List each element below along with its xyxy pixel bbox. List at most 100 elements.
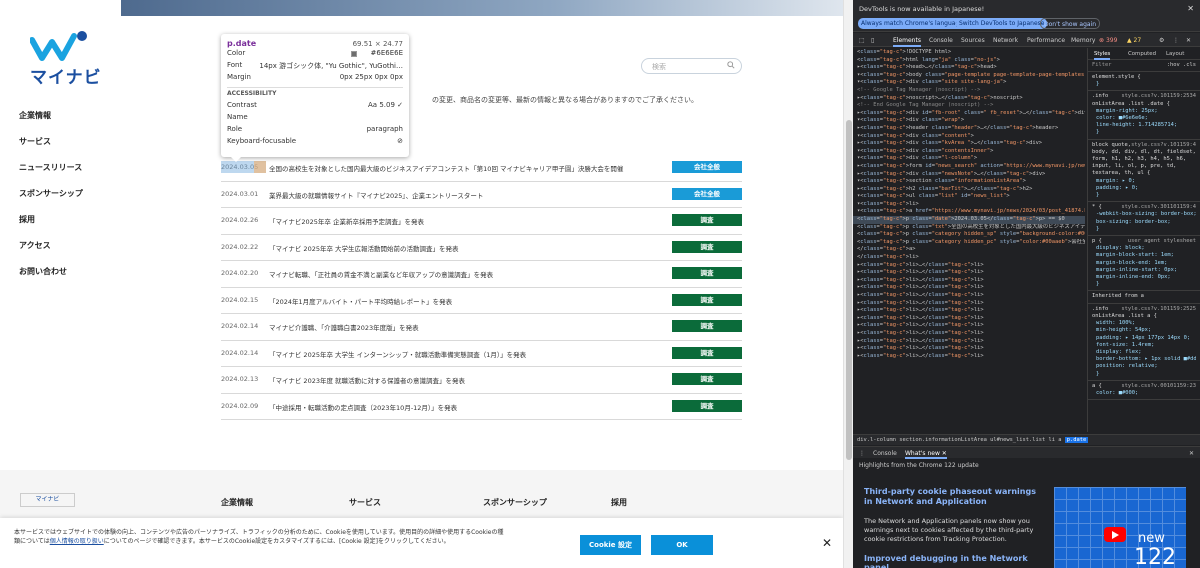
css-source-link[interactable]: user agent stylesheet [1128, 238, 1196, 245]
dom-node[interactable]: ▸<class="tag-c">li>…</class="tag-c">li> [857, 315, 1085, 323]
news-category-badge[interactable]: 会社全般 [672, 161, 742, 173]
more-options-icon[interactable]: ⋮ [1173, 37, 1179, 44]
sidebar-item[interactable]: サービス [19, 136, 83, 162]
mynavi-logo-icon[interactable] [30, 30, 90, 62]
news-title[interactable]: 業界最大級の就職情報サイト『マイナビ2025』、企業エントリースタート [269, 190, 669, 200]
css-property[interactable]: color: ■#6e6e6e; [1092, 115, 1196, 122]
css-property[interactable]: line-height: 1.714285714; [1092, 122, 1196, 129]
dom-node[interactable]: ▾<class="tag-c">div class="content"> [857, 133, 1085, 141]
css-property[interactable]: border-bottom: ▸ 1px solid ■#ddd; [1092, 356, 1196, 363]
css-property[interactable]: -webkit-box-sizing: border-box; [1092, 211, 1196, 218]
css-property[interactable]: margin-right: 25px; [1092, 108, 1196, 115]
css-property[interactable]: display: block; [1092, 245, 1196, 252]
sidebar-item[interactable]: 企業情報 [19, 110, 83, 136]
dom-node[interactable]: ▸<class="tag-c">h2 class="barTit">…</cla… [857, 186, 1085, 194]
dom-node[interactable]: <class="tag-c">p class="txt">全国の高校生を対象とし… [857, 224, 1085, 232]
switch-japanese-button[interactable]: Switch DevTools to Japanese [956, 18, 1048, 29]
css-property[interactable]: font-size: 1.4rem; [1092, 342, 1196, 349]
css-property[interactable]: margin-block-start: 1em; [1092, 252, 1196, 259]
news-row[interactable]: 2024.03.05 全国の高校生を対象とした国内最大級のビジネスアイデアコンテス… [221, 155, 742, 182]
breadcrumb-item[interactable]: li [1049, 437, 1056, 443]
dom-node[interactable]: ▾<class="tag-c">a href="https://www.myna… [857, 208, 1085, 216]
news-row[interactable]: 2024.02.14 マイナビ介護職、「介護職白書2023年度版」を発表 調査 [221, 314, 742, 341]
drawer-menu-icon[interactable]: ⋮ [859, 450, 865, 457]
css-property[interactable]: } [1092, 281, 1196, 288]
dom-node[interactable]: ▾<class="tag-c">ul class="list" id="news… [857, 193, 1085, 201]
page-scrollbar[interactable] [843, 0, 853, 568]
news-title[interactable]: 「マイナビ 2025年卒 大学生広報活動開始前の活動調査」を発表 [269, 243, 669, 253]
dom-node[interactable]: ▸<class="tag-c">li>…</class="tag-c">li> [857, 262, 1085, 270]
dom-node[interactable]: ▾<class="tag-c">div class="contentsInner… [857, 148, 1085, 156]
whats-new-link-2[interactable]: Improved debugging in the Network panel [864, 554, 1044, 568]
privacy-link[interactable]: 個人情報の取り扱い [50, 538, 104, 545]
dom-node[interactable]: ▸<class="tag-c">li>…</class="tag-c">li> [857, 322, 1085, 330]
dom-node[interactable]: ▸<class="tag-c">li>…</class="tag-c">li> [857, 353, 1085, 361]
dom-node[interactable]: ▸<class="tag-c">div class="newsNote">…</… [857, 171, 1085, 179]
dom-node[interactable]: ▸<class="tag-c">noscript>…</class="tag-c… [857, 95, 1085, 103]
css-property[interactable]: } [1092, 192, 1196, 199]
tab-performance[interactable]: Performance [1027, 37, 1065, 44]
css-rule[interactable]: style.css?v.101159:2534 .info onListArea … [1088, 91, 1200, 140]
play-icon[interactable] [1104, 527, 1126, 542]
css-rule[interactable]: Inherited from a [1088, 291, 1200, 304]
css-property[interactable]: margin-inline-end: 0px; [1092, 274, 1196, 281]
error-count[interactable]: ⊗ 399 [1099, 37, 1117, 44]
dom-node[interactable]: ▸<class="tag-c">li>…</class="tag-c">li> [857, 292, 1085, 300]
tab-console[interactable]: Console [873, 450, 897, 457]
footer-column-title[interactable]: サービス [349, 497, 381, 508]
tab-console[interactable]: Console [929, 37, 953, 44]
close-icon[interactable]: ✕ [1186, 37, 1191, 44]
css-property[interactable]: } [1092, 371, 1196, 378]
css-source-link[interactable]: style.css?v.101159:2534 [1121, 93, 1196, 100]
news-title[interactable]: マイナビ転職、「正社員の賃金不満と副業など年収アップの意識調査」を発表 [269, 269, 669, 279]
sidebar-item[interactable]: 採用 [19, 214, 83, 240]
css-property[interactable]: display: flex; [1092, 349, 1196, 356]
news-title[interactable]: 「マイナビ 2023年度 就職活動に対する保護者の意識調査」を発表 [269, 375, 669, 385]
css-property[interactable]: padding: ▸ 14px 177px 14px 0; [1092, 335, 1196, 342]
news-row[interactable]: 2024.02.22 「マイナビ 2025年卒 大学生広報活動開始前の活動調査」を… [221, 235, 742, 261]
dom-node[interactable]: </class="tag-c">a> [857, 246, 1085, 254]
news-title[interactable]: 「2024年1月度アルバイト・パート平均時給レポート」を発表 [269, 296, 669, 306]
close-icon[interactable]: ✕ [1189, 450, 1194, 457]
news-row[interactable]: 2024.02.26 「マイナビ2025年卒 企業新卒採用予定調査」を発表 調査 [221, 208, 742, 235]
css-property[interactable]: position: relative; [1092, 363, 1196, 370]
dom-node[interactable]: ▸<class="tag-c">li>…</class="tag-c">li> [857, 345, 1085, 353]
dom-node[interactable]: ▾<class="tag-c">div class="site site-lan… [857, 79, 1085, 87]
tab-elements[interactable]: Elements [893, 37, 921, 47]
dom-node[interactable]: ▸<class="tag-c">li>…</class="tag-c">li> [857, 269, 1085, 277]
elements-tree[interactable]: <class="tag-c">!DOCTYPE html> <class="tag… [853, 48, 1085, 432]
dom-node[interactable]: ▸<class="tag-c">div id="fb-root" class="… [857, 110, 1085, 118]
css-property[interactable]: width: 100%; [1092, 320, 1196, 327]
whats-new-video[interactable]: new 122 [1054, 487, 1186, 568]
css-source-link[interactable]: style.css?v.101159:2525 [1121, 306, 1196, 313]
news-row[interactable]: 2024.02.15 「2024年1月度アルバイト・パート平均時給レポート」を発表… [221, 288, 742, 314]
breadcrumb-item[interactable]: div.l-column [857, 437, 896, 443]
dom-node[interactable]: <class="tag-c">!DOCTYPE html> [857, 49, 1085, 57]
css-property[interactable]: box-sizing: border-box; [1092, 219, 1196, 226]
css-property[interactable]: min-height: 54px; [1092, 327, 1196, 334]
news-category-badge[interactable]: 調査 [672, 346, 742, 359]
news-category-badge[interactable]: 調査 [672, 214, 742, 226]
dom-node[interactable]: ▸<class="tag-c">header class="header">…<… [857, 125, 1085, 133]
css-rule[interactable]: style.css?v.00101159:23 a {color: ■#000; [1088, 381, 1200, 401]
css-property[interactable]: margin-block-end: 1em; [1092, 260, 1196, 267]
news-category-badge[interactable]: 会社全般 [672, 187, 742, 200]
dom-node[interactable]: <!-- End Google Tag Manager (noscript) -… [857, 102, 1085, 110]
styles-tab-styles[interactable]: Styles [1094, 51, 1111, 61]
styles-filter-input[interactable]: Filter:hov .cls [1088, 60, 1200, 72]
css-rule[interactable]: element.style {} [1088, 72, 1200, 92]
css-rule[interactable]: user agent stylesheet p {display: block; m… [1088, 236, 1200, 292]
news-category-badge[interactable]: 調査 [672, 399, 742, 412]
footer-column-title[interactable]: スポンサーシップ [483, 497, 547, 508]
dom-node[interactable]: ▸<class="tag-c">li>…</class="tag-c">li> [857, 277, 1085, 285]
news-row[interactable]: 2024.03.01 業界最大級の就職情報サイト『マイナビ2025』、企業エントリ… [221, 182, 742, 208]
search-input[interactable]: 検索 [641, 58, 742, 74]
breadcrumb-item[interactable]: p.date [1064, 437, 1089, 443]
news-row[interactable]: 2024.02.14 「マイナビ 2025年卒 大学生 インターンシップ・就職活動… [221, 341, 742, 367]
sidebar-item[interactable]: アクセス [19, 240, 83, 266]
news-category-badge[interactable]: 調査 [672, 320, 742, 332]
search-icon[interactable] [727, 61, 735, 69]
dom-node[interactable]: ▸<class="tag-c">head>…</class="tag-c">he… [857, 64, 1085, 72]
dom-node[interactable]: ▸<class="tag-c">div class="kvArea ">…</c… [857, 140, 1085, 148]
dom-node[interactable]: <class="tag-c">p class="category hidden_… [857, 231, 1085, 239]
